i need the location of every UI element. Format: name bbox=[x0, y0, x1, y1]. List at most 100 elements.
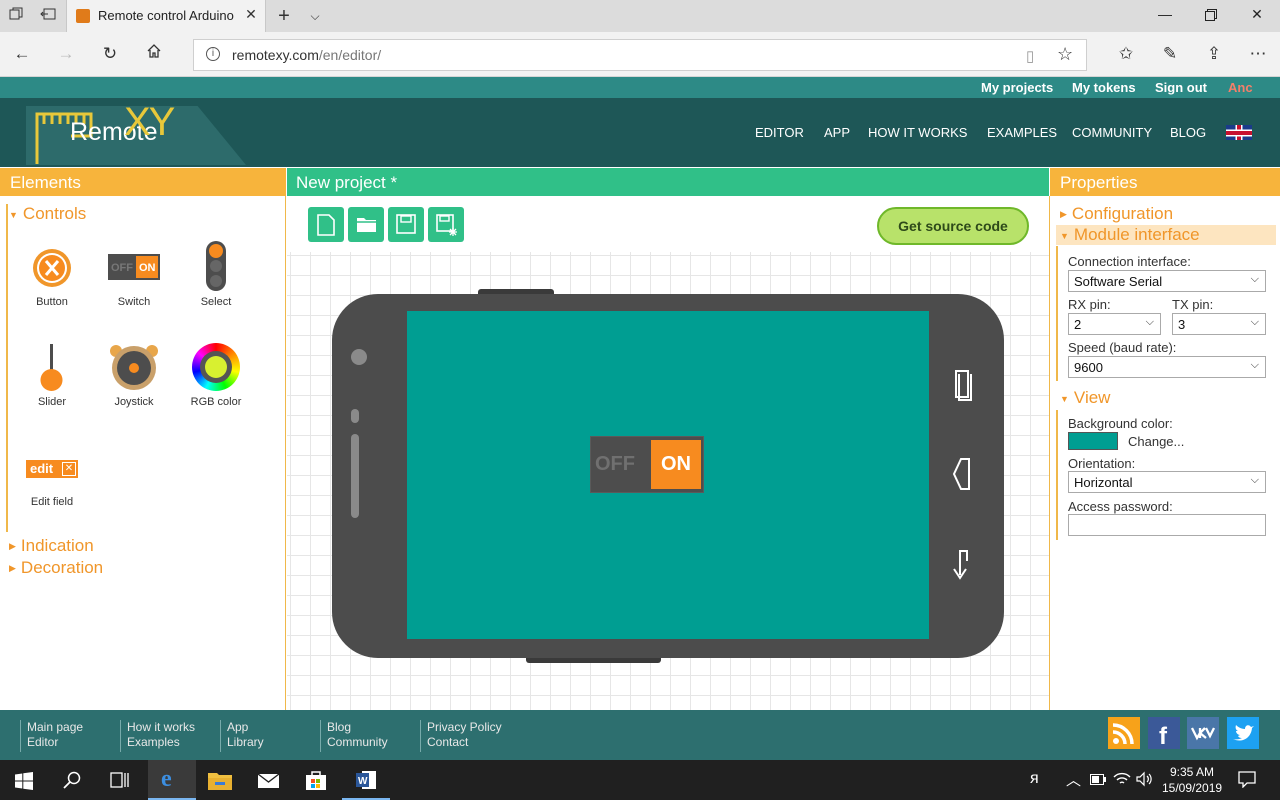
expanded-triangle-icon: ▼ bbox=[1060, 230, 1069, 241]
editor-canvas[interactable]: Get source code OFF ON bbox=[287, 196, 1049, 710]
background-color-label: Background color: bbox=[1068, 416, 1173, 431]
minimize-icon[interactable]: — bbox=[1150, 6, 1180, 26]
nav-how-it-works[interactable]: HOW IT WORKS bbox=[868, 125, 967, 140]
new-tab-icon[interactable]: + bbox=[274, 6, 294, 26]
footer-link-community[interactable]: Community bbox=[327, 735, 388, 750]
button-element-icon bbox=[33, 249, 71, 287]
access-password-input[interactable] bbox=[1068, 514, 1266, 536]
show-hidden-icons-chevron-icon[interactable]: ︿ bbox=[1066, 769, 1081, 790]
background-color-swatch[interactable] bbox=[1068, 432, 1118, 450]
uk-flag-icon[interactable] bbox=[1226, 125, 1252, 140]
footer-link-contact[interactable]: Contact bbox=[427, 735, 502, 750]
speed-select[interactable]: 9600 ⌵ bbox=[1068, 356, 1266, 378]
element-switch[interactable]: OFF ON Switch bbox=[94, 246, 174, 311]
footer-link-examples[interactable]: Examples bbox=[127, 735, 195, 750]
switch-widget[interactable]: OFF ON bbox=[590, 436, 704, 493]
get-source-code-button[interactable]: Get source code bbox=[877, 207, 1029, 245]
rss-icon[interactable] bbox=[1108, 717, 1140, 749]
task-view-icon[interactable] bbox=[110, 772, 130, 788]
close-tab-icon[interactable]: ✕ bbox=[243, 6, 259, 23]
share-icon[interactable]: ⇪ bbox=[1202, 43, 1226, 65]
element-select[interactable]: Select bbox=[176, 241, 256, 311]
action-center-icon[interactable] bbox=[1238, 771, 1256, 788]
reading-view-icon[interactable]: ▯ bbox=[1026, 47, 1034, 65]
footer-link-editor[interactable]: Editor bbox=[27, 735, 83, 750]
module-interface-section-header[interactable]: ▼ Module interface bbox=[1056, 225, 1276, 245]
taskbar-mail-app[interactable] bbox=[244, 760, 292, 800]
taskbar-word-app[interactable]: W bbox=[342, 760, 390, 800]
element-button[interactable]: Button bbox=[12, 246, 92, 311]
close-window-icon[interactable]: ✕ bbox=[1242, 6, 1272, 26]
back-icon[interactable]: ← bbox=[10, 43, 34, 65]
more-menu-icon[interactable]: ⋯ bbox=[1246, 43, 1270, 65]
project-title: New project * bbox=[287, 168, 1049, 196]
orientation-select[interactable]: Horizontal ⌵ bbox=[1068, 471, 1266, 493]
footer-link-library[interactable]: Library bbox=[227, 735, 264, 750]
nav-editor[interactable]: EDITOR bbox=[755, 125, 804, 140]
connection-interface-select[interactable]: Software Serial ⌵ bbox=[1068, 270, 1266, 292]
user-name-link[interactable]: Anc bbox=[1228, 80, 1253, 95]
twitter-icon[interactable] bbox=[1227, 717, 1259, 749]
decoration-section-header[interactable]: ▶ Decoration bbox=[9, 558, 103, 578]
footer-link-blog[interactable]: Blog bbox=[327, 720, 388, 735]
element-edit-field[interactable]: edit ✕ Edit field bbox=[12, 446, 92, 511]
configuration-section-header[interactable]: ▶ Configuration bbox=[1060, 204, 1173, 224]
footer-link-main-page[interactable]: Main page bbox=[27, 720, 83, 735]
new-project-button[interactable] bbox=[308, 207, 344, 242]
open-project-button[interactable] bbox=[348, 207, 384, 242]
switch-off-label: OFF bbox=[595, 453, 635, 475]
tx-pin-select[interactable]: 3 ⌵ bbox=[1172, 313, 1266, 335]
rx-pin-select[interactable]: 2 ⌵ bbox=[1068, 313, 1161, 335]
restore-icon[interactable] bbox=[1196, 6, 1226, 26]
save-as-button[interactable] bbox=[428, 207, 464, 242]
favorite-star-icon[interactable]: ☆ bbox=[1057, 44, 1073, 65]
favorites-list-icon[interactable]: ✩ bbox=[1114, 43, 1138, 65]
controls-section-header[interactable]: ▼ Controls bbox=[9, 204, 86, 224]
element-rgb-color[interactable]: RGB color bbox=[176, 343, 256, 411]
battery-icon[interactable] bbox=[1090, 774, 1106, 785]
change-color-link[interactable]: Change... bbox=[1128, 434, 1184, 449]
search-icon[interactable] bbox=[63, 771, 81, 789]
nav-examples[interactable]: EXAMPLES bbox=[987, 125, 1057, 140]
forward-icon[interactable]: → bbox=[54, 43, 78, 65]
address-bar[interactable]: i remotexy.com/en/editor/ ▯ ☆ bbox=[193, 39, 1087, 71]
my-tokens-link[interactable]: My tokens bbox=[1072, 80, 1136, 95]
tab-list-chevron-icon[interactable]: ⌵ bbox=[305, 6, 325, 26]
nav-app[interactable]: APP bbox=[824, 125, 850, 140]
clock[interactable]: 9:35 AM 15/09/2019 bbox=[1162, 764, 1222, 796]
site-info-icon[interactable]: i bbox=[206, 47, 220, 61]
chevron-down-icon: ⌵ bbox=[1250, 474, 1259, 486]
element-slider[interactable]: Slider bbox=[12, 344, 92, 411]
refresh-icon[interactable]: ↻ bbox=[98, 43, 122, 65]
sign-out-link[interactable]: Sign out bbox=[1155, 80, 1207, 95]
nav-community[interactable]: COMMUNITY bbox=[1072, 125, 1152, 140]
facebook-icon[interactable]: f bbox=[1148, 717, 1180, 749]
wifi-icon[interactable] bbox=[1113, 771, 1131, 787]
taskbar-explorer-app[interactable] bbox=[196, 760, 244, 800]
element-joystick[interactable]: Joystick bbox=[94, 345, 174, 411]
footer-link-app[interactable]: App bbox=[227, 720, 264, 735]
footer-link-how-it-works[interactable]: How it works bbox=[127, 720, 195, 735]
footer-link-privacy-policy[interactable]: Privacy Policy bbox=[427, 720, 502, 735]
browser-tab[interactable]: Remote control Arduino ✕ bbox=[66, 0, 266, 32]
save-project-button[interactable] bbox=[388, 207, 424, 242]
people-icon[interactable]: ᴙ bbox=[1030, 770, 1039, 788]
nav-blog[interactable]: BLOG bbox=[1170, 125, 1206, 140]
my-projects-link[interactable]: My projects bbox=[981, 80, 1053, 95]
phone-screen[interactable]: OFF ON bbox=[407, 311, 929, 639]
taskbar-store-app[interactable] bbox=[292, 760, 340, 800]
taskbar-edge-app[interactable]: e bbox=[148, 760, 196, 800]
vk-icon[interactable] bbox=[1187, 717, 1219, 749]
pen-notes-icon[interactable]: ✎ bbox=[1158, 43, 1182, 65]
tab-actions-icon[interactable] bbox=[6, 6, 26, 26]
open-folder-icon bbox=[357, 218, 377, 232]
volume-icon[interactable] bbox=[1136, 771, 1154, 787]
view-section-header[interactable]: ▼ View bbox=[1060, 388, 1110, 408]
tabs-aside-icon[interactable] bbox=[38, 6, 58, 26]
footer-column: Privacy Policy Contact bbox=[420, 720, 502, 752]
new-file-icon bbox=[317, 214, 335, 236]
speed-label: Speed (baud rate): bbox=[1068, 340, 1177, 355]
windows-start-icon[interactable] bbox=[15, 772, 33, 790]
home-icon[interactable] bbox=[142, 43, 166, 65]
indication-section-header[interactable]: ▶ Indication bbox=[9, 536, 94, 556]
